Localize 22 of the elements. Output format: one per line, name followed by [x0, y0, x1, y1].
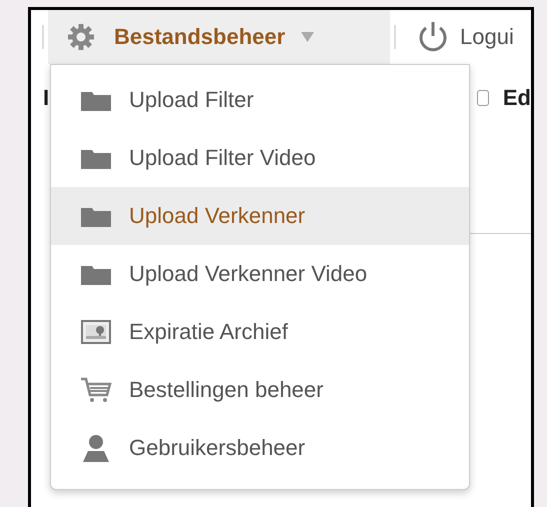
cart-icon	[80, 377, 112, 403]
power-icon	[418, 21, 448, 53]
checkbox-label: Ed	[502, 85, 531, 111]
menu-item[interactable]: Upload Filter Video	[51, 129, 469, 187]
menu-item[interactable]: Upload Filter	[51, 71, 469, 129]
gear-icon	[66, 22, 96, 52]
menu-item[interactable]: Upload Verkenner	[51, 187, 469, 245]
field-label: I	[43, 85, 50, 111]
folder-icon	[81, 147, 111, 169]
folder-icon	[81, 263, 111, 285]
menu-item[interactable]: Upload Verkenner Video	[51, 245, 469, 303]
logout-button[interactable]: Logui	[418, 21, 514, 53]
menu-button[interactable]: Bestandsbeheer	[48, 10, 390, 64]
checkbox[interactable]	[476, 90, 489, 106]
folder-icon	[81, 89, 111, 111]
folder-icon	[81, 205, 111, 227]
menu-item[interactable]: Gebruikersbeheer	[51, 419, 469, 477]
image-icon	[81, 320, 111, 344]
menu-item[interactable]: Expiratie Archief	[51, 303, 469, 361]
user-icon	[81, 434, 111, 462]
caret-icon	[301, 32, 314, 42]
menu-item[interactable]: Bestellingen beheer	[51, 361, 469, 419]
